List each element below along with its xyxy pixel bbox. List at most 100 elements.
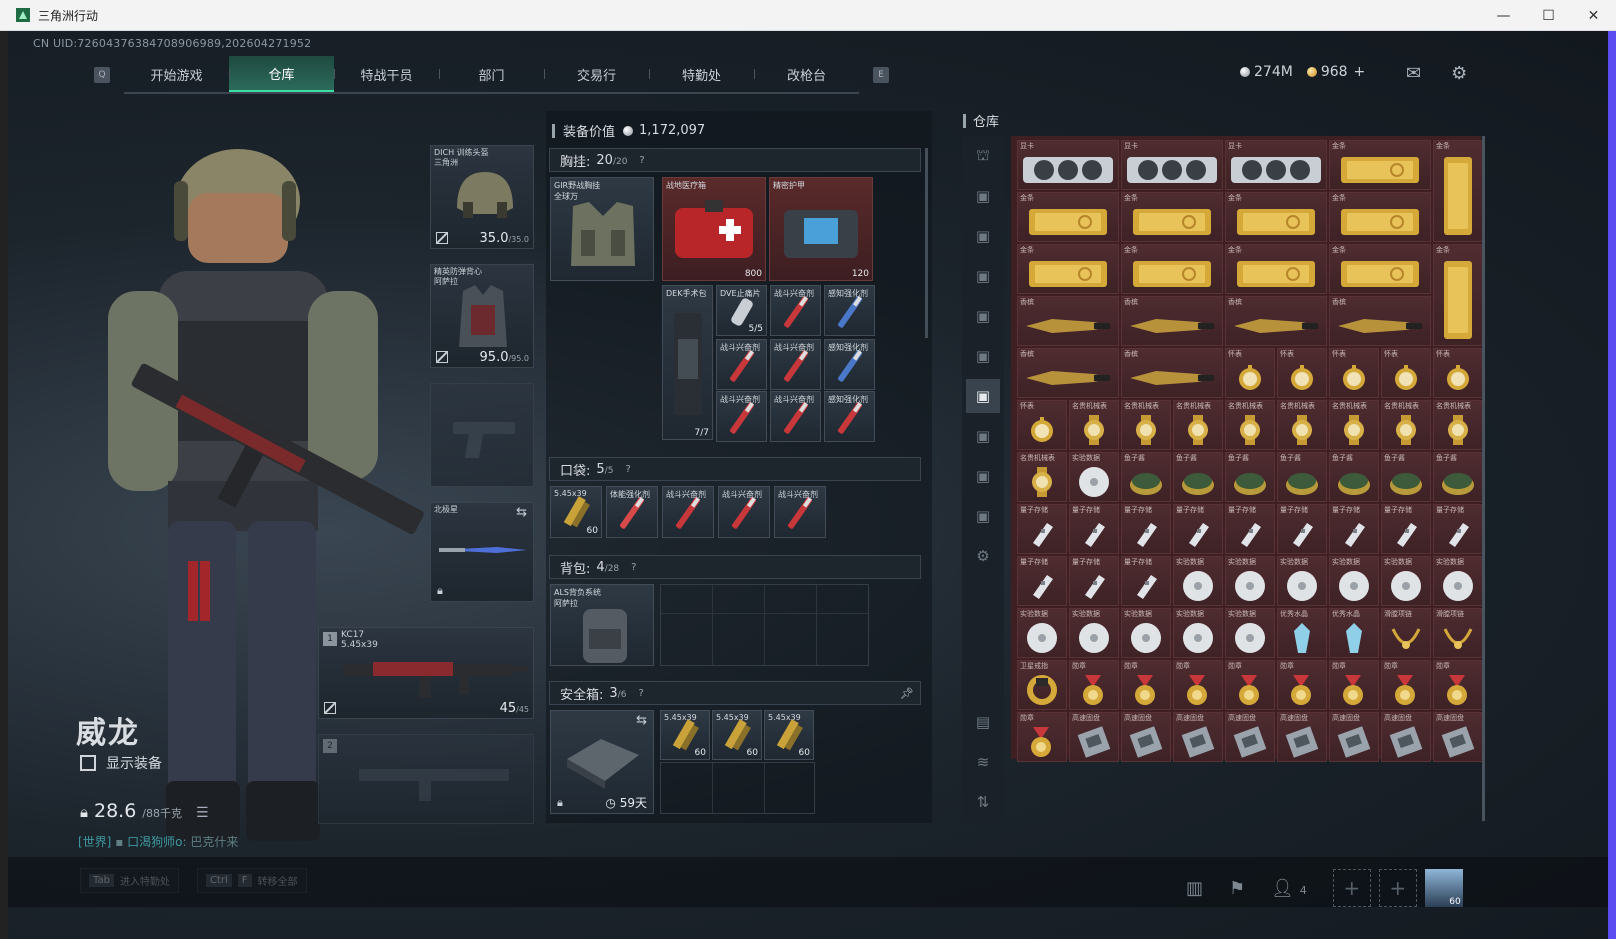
storage-item[interactable]: 卫星戒指: [1017, 660, 1067, 710]
settings-gear-icon[interactable]: ⚙: [1451, 63, 1467, 84]
nav-tab[interactable]: 特战干员: [334, 56, 439, 92]
storage-item[interactable]: 勋章: [1225, 660, 1275, 710]
storage-item[interactable]: 勋章: [1069, 660, 1119, 710]
storage-item[interactable]: 金条: [1329, 140, 1431, 190]
storage-item[interactable]: 香槟: [1225, 296, 1327, 346]
invite-slot-button[interactable]: +: [1378, 869, 1417, 907]
storage-item[interactable]: 量子存储: [1017, 504, 1067, 554]
storage-item[interactable]: 鱼子酱: [1329, 452, 1379, 502]
storage-item[interactable]: 香槟: [1121, 348, 1223, 398]
loadout-item[interactable]: 战斗兴奋剂: [718, 486, 770, 538]
storage-item[interactable]: 怀表: [1381, 348, 1431, 398]
storage-item[interactable]: 勋章: [1381, 660, 1431, 710]
storage-item[interactable]: 名贵机械表: [1225, 400, 1275, 450]
maximize-button[interactable]: ☐: [1526, 0, 1571, 31]
storage-item[interactable]: 量子存储: [1433, 504, 1483, 554]
loadout-item[interactable]: 战地医疗箱 800: [662, 177, 766, 281]
loadout-item[interactable]: DEK手术包 7/7: [662, 285, 713, 440]
flag-icon[interactable]: ⚑: [1229, 878, 1245, 899]
storage-item[interactable]: 量子存储: [1173, 504, 1223, 554]
loadout-item[interactable]: 精密护甲 120: [769, 177, 873, 281]
secondary-weapon-slot[interactable]: 2: [318, 734, 534, 824]
storage-item[interactable]: 高速固盘: [1277, 712, 1327, 762]
storage-item[interactable]: 香槟: [1017, 296, 1119, 346]
melee-slot[interactable]: 北极星 ⇆ 🔒︎: [430, 502, 534, 602]
next-tab-key[interactable]: E: [873, 67, 889, 83]
storage-item[interactable]: 显卡: [1017, 140, 1119, 190]
storage-extend-icon[interactable]: ▤: [966, 705, 1000, 739]
nav-tab[interactable]: 开始游戏: [124, 56, 229, 92]
loadout-item[interactable]: 感知强化剂: [824, 339, 875, 390]
storage-item[interactable]: 勋章: [1329, 660, 1379, 710]
friends-icon[interactable]: 👤︎ 4: [1271, 878, 1307, 899]
nav-tab[interactable]: 交易行: [544, 56, 649, 92]
loadout-item[interactable]: 战斗兴奋剂: [770, 285, 821, 336]
storage-item[interactable]: 量子存储: [1225, 504, 1275, 554]
storage-item[interactable]: 名贵机械表: [1173, 400, 1223, 450]
storage-item[interactable]: 鱼子酱: [1381, 452, 1431, 502]
storage-item[interactable]: 鱼子酱: [1121, 452, 1171, 502]
weight-list-icon[interactable]: ☰: [196, 805, 209, 821]
storage-item[interactable]: 量子存储: [1069, 504, 1119, 554]
loadout-item[interactable]: 战斗兴奋剂: [770, 391, 821, 442]
loadout-item[interactable]: 战斗兴奋剂: [716, 391, 767, 442]
show-equipment-checkbox[interactable]: [80, 755, 96, 771]
storage-item[interactable]: 高速固盘: [1433, 712, 1483, 762]
storage-tab-8-icon[interactable]: ▣: [966, 459, 1000, 493]
storage-item[interactable]: 金条: [1329, 192, 1431, 242]
loadout-item[interactable]: 感知强化剂: [824, 285, 875, 336]
storage-item[interactable]: 金条: [1225, 244, 1327, 294]
storage-item[interactable]: 鱼子酱: [1277, 452, 1327, 502]
help-icon[interactable]: ?: [638, 688, 643, 699]
storage-item[interactable]: 量子存储: [1069, 556, 1119, 606]
storage-settings-gear-icon[interactable]: ⚙: [966, 539, 1000, 573]
storage-tab-3-icon[interactable]: ▣: [966, 259, 1000, 293]
loadout-item[interactable]: 战斗兴奋剂: [770, 339, 821, 390]
loadout-item[interactable]: 5.45x39 60: [764, 710, 814, 760]
storage-item[interactable]: 香槟: [1017, 348, 1119, 398]
storage-item[interactable]: 怀表: [1329, 348, 1379, 398]
loadout-item[interactable]: 体能强化剂: [606, 486, 658, 538]
storage-item[interactable]: 高速固盘: [1121, 712, 1171, 762]
storage-tab-1-icon[interactable]: ▣: [966, 179, 1000, 213]
storage-item[interactable]: 名贵机械表: [1277, 400, 1327, 450]
help-icon[interactable]: ?: [631, 562, 636, 573]
storage-item[interactable]: 勋章: [1173, 660, 1223, 710]
storage-tab-4-icon[interactable]: ▣: [966, 299, 1000, 333]
storage-item[interactable]: 高速固盘: [1225, 712, 1275, 762]
storage-item[interactable]: 量子存储: [1121, 556, 1171, 606]
nav-tab[interactable]: 部门: [439, 56, 544, 92]
loadout-scrollbar[interactable]: [925, 148, 928, 338]
minimize-button[interactable]: —: [1481, 0, 1526, 31]
storage-tab-6-icon[interactable]: ▣: [966, 379, 1000, 413]
storage-item[interactable]: 滑膛项链: [1381, 608, 1431, 658]
storage-item[interactable]: 名贵机械表: [1069, 400, 1119, 450]
help-icon[interactable]: ?: [639, 155, 644, 166]
storage-item[interactable]: 量子存储: [1329, 504, 1379, 554]
storage-item[interactable]: 实验数据: [1017, 608, 1067, 658]
storage-item[interactable]: 勋章: [1121, 660, 1171, 710]
storage-item[interactable]: 实验数据: [1225, 608, 1275, 658]
backpack-item[interactable]: ALS背负系统 阿萨拉: [550, 584, 654, 666]
loadout-item[interactable]: 战斗兴奋剂: [716, 339, 767, 390]
storage-item[interactable]: 实验数据: [1121, 608, 1171, 658]
storage-tab-7-icon[interactable]: ▣: [966, 419, 1000, 453]
pin-icon[interactable]: 📌︎: [900, 687, 914, 700]
storage-item[interactable]: 高速固盘: [1173, 712, 1223, 762]
storage-sort-icon[interactable]: ⇅: [966, 785, 1000, 819]
swap-icon[interactable]: ⇆: [516, 505, 527, 520]
storage-tab-2-icon[interactable]: ▣: [966, 219, 1000, 253]
storage-item[interactable]: 显卡: [1225, 140, 1327, 190]
storage-tab-5-icon[interactable]: ▣: [966, 339, 1000, 373]
chest-rig-item[interactable]: GIR野战胸挂 全球万: [550, 177, 654, 281]
storage-item[interactable]: 显卡: [1121, 140, 1223, 190]
storage-item[interactable]: 滑膛项链: [1433, 608, 1483, 658]
storage-item[interactable]: 实验数据: [1277, 556, 1327, 606]
storage-item[interactable]: 金条: [1433, 244, 1483, 346]
storage-scrollbar[interactable]: [1482, 136, 1485, 821]
storage-item[interactable]: 高速固盘: [1069, 712, 1119, 762]
swap-icon[interactable]: ⇆: [636, 713, 647, 728]
loadout-item[interactable]: 战斗兴奋剂: [662, 486, 714, 538]
storage-item[interactable]: 怀表: [1433, 348, 1483, 398]
loadout-item[interactable]: 5.45x39 60: [712, 710, 762, 760]
